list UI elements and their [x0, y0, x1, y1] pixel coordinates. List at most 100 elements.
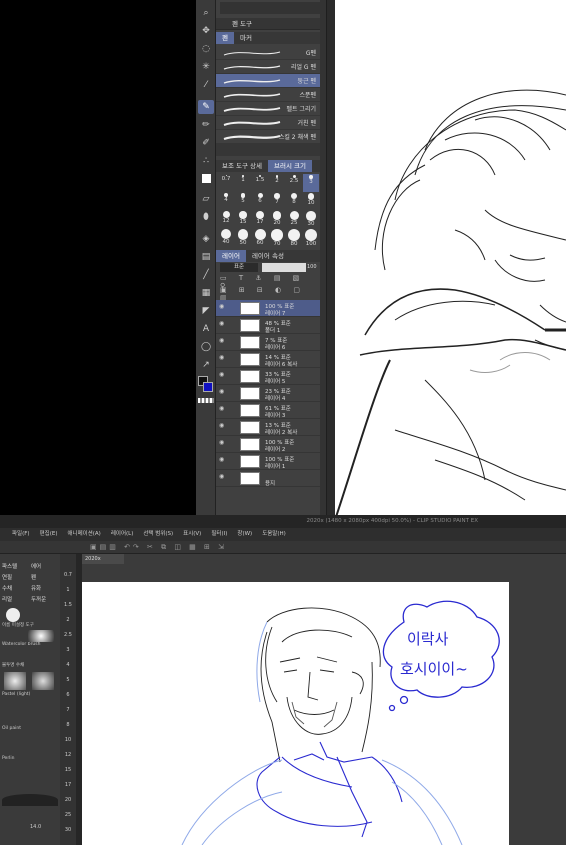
brush-group-item[interactable]: 두꺼운 — [31, 595, 57, 605]
brush-group-item[interactable]: 연필 — [2, 573, 28, 583]
white-swatch-icon[interactable] — [198, 172, 214, 186]
brush-preview-oil[interactable] — [32, 672, 54, 690]
eye-icon[interactable]: ◉ — [219, 304, 226, 310]
brush-size-option[interactable]: 25 — [286, 210, 302, 228]
size-column-option[interactable]: 12 — [60, 752, 76, 762]
tab-pen[interactable]: 펜 — [216, 32, 234, 44]
brush-item[interactable]: 리얼 G 펜 — [216, 60, 320, 74]
eye-icon[interactable]: ◉ — [219, 440, 226, 446]
tab-brush-size[interactable]: 브러시 크기 — [268, 160, 312, 172]
brush-size-option[interactable]: 2 — [269, 174, 285, 192]
brush-preview-round[interactable] — [6, 608, 20, 622]
layer-row[interactable]: ◉ 33 % 표준 레이어 5 — [216, 368, 320, 385]
brush-size-option[interactable]: 40 — [218, 228, 234, 246]
frame-icon[interactable]: ▦ — [198, 286, 214, 300]
document-tab[interactable]: 2020x — [82, 554, 124, 564]
eye-icon[interactable]: ◉ — [219, 372, 226, 378]
size-column-option[interactable]: 4 — [60, 662, 76, 672]
eraser-icon[interactable]: ▱ — [198, 192, 214, 206]
move-icon[interactable]: ✥ — [198, 24, 214, 38]
layer-row[interactable]: ◉ 48 % 표준 폴더 1 — [216, 317, 320, 334]
brush-size-option[interactable]: 0.7 — [218, 174, 234, 192]
zoom-icon[interactable]: ⌕ — [198, 6, 214, 20]
menu-item[interactable]: 선택 범위(S) — [143, 528, 173, 541]
brush-group-item[interactable]: 수채 — [2, 584, 28, 594]
brush-size-option[interactable]: 30 — [303, 210, 319, 228]
size-column-option[interactable]: 10 — [60, 737, 76, 747]
size-column-option[interactable]: 2.5 — [60, 632, 76, 642]
brush-size-option[interactable]: 12 — [218, 210, 234, 228]
brush-preview-soft[interactable] — [28, 630, 54, 642]
layer-row[interactable]: ◉ 100 % 표준 레이어 2 — [216, 436, 320, 453]
brush-size-option[interactable]: 2.5 — [286, 174, 302, 192]
eye-icon[interactable]: ◉ — [219, 389, 226, 395]
brush-size-option[interactable]: 10 — [303, 192, 319, 210]
eye-icon[interactable]: ◉ — [219, 423, 226, 429]
brush-size-option[interactable]: 1 — [235, 174, 251, 192]
correct-line-icon[interactable]: ↗ — [198, 358, 214, 372]
size-column-option[interactable]: 7 — [60, 707, 76, 717]
opacity-slider[interactable] — [262, 263, 306, 272]
layer-row[interactable]: ◉ 23 % 표준 레이어 4 — [216, 385, 320, 402]
canvas-bottom[interactable]: 이락사 호시이이~ — [82, 582, 509, 845]
canvas-scrollbar[interactable] — [326, 0, 335, 515]
menu-item[interactable]: 편집(E) — [40, 528, 58, 541]
lasso-icon[interactable]: ◌ — [198, 42, 214, 56]
brush-item[interactable]: 둥근 펜 — [216, 74, 320, 88]
gradient-icon[interactable]: ▤ — [198, 250, 214, 264]
brush-size-option[interactable]: 15 — [235, 210, 251, 228]
brush-preview-pastel[interactable] — [4, 672, 26, 690]
brush-size-option[interactable]: 60 — [252, 228, 268, 246]
brush-size-option[interactable]: 8 — [286, 192, 302, 210]
brush-size-option[interactable]: 17 — [252, 210, 268, 228]
size-column-option[interactable]: 17 — [60, 782, 76, 792]
fill-icon[interactable]: ◈ — [198, 232, 214, 246]
brush-group-item[interactable]: 에어 — [31, 562, 57, 572]
menu-item[interactable]: 표시(V) — [183, 528, 201, 541]
layer-row[interactable]: ◉ 61 % 표준 레이어 3 — [216, 402, 320, 419]
tab-marker[interactable]: 마커 — [234, 32, 258, 44]
brush-group-item[interactable]: 펜 — [31, 573, 57, 583]
brush-item[interactable]: G펜 — [216, 46, 320, 60]
size-column-option[interactable]: 1 — [60, 587, 76, 597]
menu-item[interactable]: 도움말(H) — [262, 528, 286, 541]
eye-icon[interactable]: ◉ — [219, 406, 226, 412]
brush-group-item[interactable]: 파스텔 — [2, 562, 28, 572]
size-column-option[interactable]: 30 — [60, 827, 76, 837]
brush-size-option[interactable]: 7 — [269, 192, 285, 210]
brush-size-option[interactable]: 70 — [269, 228, 285, 247]
menu-item[interactable]: 필터(I) — [211, 528, 227, 541]
blend-mode-select[interactable]: 표준 — [220, 263, 258, 272]
layer-row[interactable]: ◉ 100 % 표준 레이어 1 — [216, 453, 320, 470]
size-column-option[interactable]: 6 — [60, 692, 76, 702]
brush-size-option[interactable]: 20 — [269, 210, 285, 228]
brush-item[interactable]: 펠트 그리기 — [216, 102, 320, 116]
brush-size-option[interactable]: 50 — [235, 228, 251, 246]
brush-size-option[interactable]: 80 — [286, 228, 302, 247]
size-column-option[interactable]: 8 — [60, 722, 76, 732]
brush-item[interactable]: 거친 펜 — [216, 116, 320, 130]
layer-row[interactable]: ◉ 7 % 표준 레이어 6 — [216, 334, 320, 351]
balloon-icon[interactable]: ◯ — [198, 340, 214, 354]
menu-item[interactable]: 파일(F) — [12, 528, 30, 541]
eye-icon[interactable]: ◉ — [219, 338, 226, 344]
size-column-option[interactable]: 25 — [60, 812, 76, 822]
size-column-option[interactable]: 15 — [60, 767, 76, 777]
layer-row[interactable]: ◉ 13 % 표준 레이어 2 복사 — [216, 419, 320, 436]
brush-size-option[interactable]: 3 — [303, 174, 319, 192]
tab-layer-property[interactable]: 레이어 속성 — [246, 250, 290, 262]
size-column-option[interactable]: 0.7 — [60, 572, 76, 582]
menu-item[interactable]: 애니메이션(A) — [67, 528, 100, 541]
eye-icon[interactable]: ◉ — [219, 321, 226, 327]
eye-icon[interactable]: ◉ — [219, 457, 226, 463]
layer-row[interactable]: ◉ 100 % 표준 레이어 7 — [216, 300, 320, 317]
size-column-option[interactable]: 3 — [60, 647, 76, 657]
figure-icon[interactable]: ╱ — [198, 268, 214, 282]
command-icons[interactable]: ▣▤▥ ↶↷ ✂ ⧉ ◫ ▦ ⊞ ⇲ — [90, 543, 260, 552]
layer-row[interactable]: ◉ 용지 — [216, 470, 320, 487]
eye-icon[interactable]: ◉ — [219, 474, 226, 480]
brush-size-option[interactable]: 4 — [218, 192, 234, 210]
eye-icon[interactable]: ◉ — [219, 355, 226, 361]
brush-group-item[interactable]: 유화 — [31, 584, 57, 594]
size-column-option[interactable]: 2 — [60, 617, 76, 627]
